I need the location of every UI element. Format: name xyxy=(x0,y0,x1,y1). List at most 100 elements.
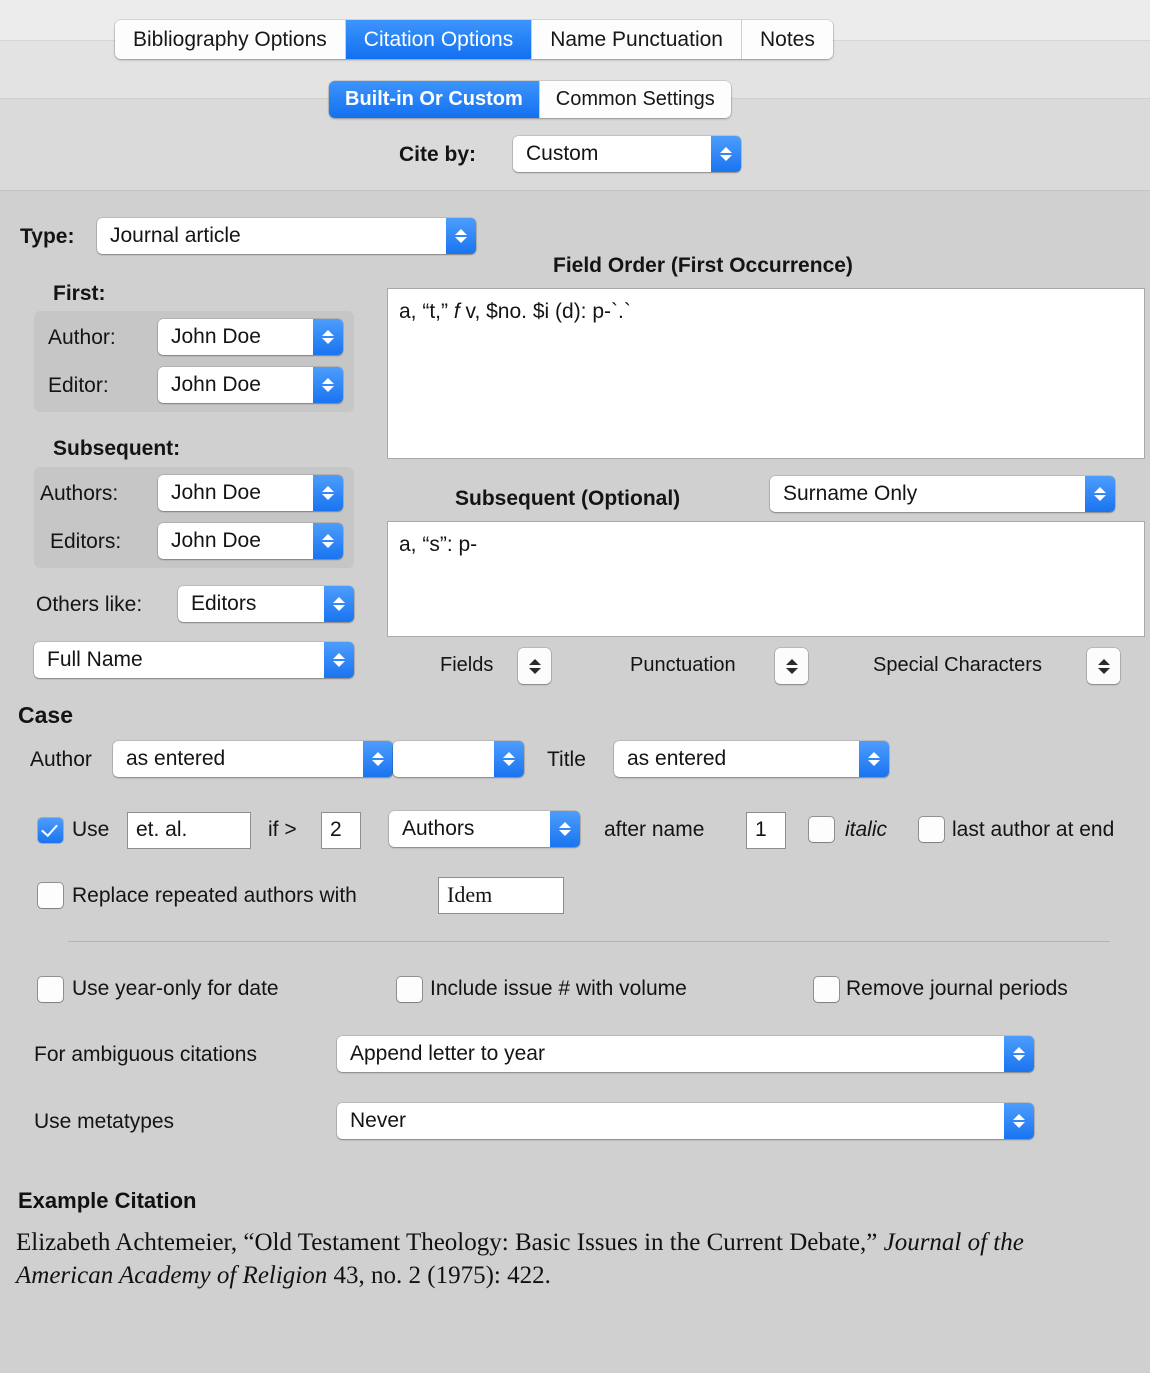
chevron-updown-icon[interactable] xyxy=(313,367,343,403)
last-author-at-end-checkbox[interactable] xyxy=(919,817,944,842)
chevron-updown-icon[interactable] xyxy=(859,741,889,777)
chevron-updown-icon[interactable] xyxy=(1004,1036,1034,1072)
cite-by-popup[interactable]: Custom xyxy=(513,136,741,172)
chevron-updown-icon[interactable] xyxy=(446,218,476,254)
cite-by-label: Cite by: xyxy=(399,143,477,166)
etal-text-input[interactable]: et. al. xyxy=(127,812,251,849)
case-author-label: Author xyxy=(30,748,92,771)
punctuation-inserter-label: Punctuation xyxy=(630,654,736,676)
include-issue-checkbox[interactable] xyxy=(397,977,422,1002)
subsequent-editors-label: Editors: xyxy=(50,530,122,553)
first-author-popup[interactable]: John Doe xyxy=(158,319,343,355)
subsequent-editors-popup[interactable]: John Doe xyxy=(158,523,343,559)
tab-bibliography-options[interactable]: Bibliography Options xyxy=(115,20,346,59)
first-author-value: John Doe xyxy=(171,325,261,348)
etal-count-input[interactable]: 2 xyxy=(321,812,361,849)
remove-journal-periods-checkbox[interactable] xyxy=(814,977,839,1002)
case-title-popup[interactable]: as entered xyxy=(614,741,889,777)
etal-kind-popup[interactable]: Authors xyxy=(389,811,580,847)
tab-notes[interactable]: Notes xyxy=(741,20,833,59)
subsequent-optional-mode-popup[interactable]: Surname Only xyxy=(770,476,1115,512)
others-like-value: Editors xyxy=(191,592,257,615)
etal-italic-checkbox[interactable] xyxy=(809,817,834,842)
first-editor-popup[interactable]: John Doe xyxy=(158,367,343,403)
main-tabbar: Bibliography Options Citation Options Na… xyxy=(115,20,833,59)
etal-kind-value: Authors xyxy=(402,817,475,840)
use-year-only-checkbox[interactable] xyxy=(38,977,63,1002)
etal-if-label: if > xyxy=(268,818,297,841)
subsequent-authors-label: Authors: xyxy=(40,482,119,505)
chevron-updown-icon[interactable] xyxy=(324,586,354,622)
cite-by-value: Custom xyxy=(526,142,599,165)
others-like-popup[interactable]: Editors xyxy=(178,586,354,622)
sub-segmented-control: Built-in Or Custom Common Settings xyxy=(329,81,731,118)
special-characters-inserter-stepper[interactable] xyxy=(1087,648,1120,684)
case-title-label: Title xyxy=(547,748,586,771)
case-author-secondary-popup[interactable] xyxy=(393,741,524,777)
remove-journal-periods-label: Remove journal periods xyxy=(846,977,1068,1000)
fields-inserter-stepper[interactable] xyxy=(518,648,551,684)
include-issue-label: Include issue # with volume xyxy=(430,977,687,1000)
example-citation-part1: Elizabeth Achtemeier, “Old Testament The… xyxy=(16,1229,884,1256)
replace-repeated-authors-checkbox[interactable] xyxy=(38,883,63,908)
use-etal-label: Use xyxy=(72,818,110,841)
field-order-textarea[interactable]: a, “t,” f v, $no. $i (d): p-`.` xyxy=(387,288,1145,459)
field-order-heading: Field Order (First Occurrence) xyxy=(553,254,853,277)
name-format-value: Full Name xyxy=(47,648,143,671)
tab-citation-options[interactable]: Citation Options xyxy=(345,20,533,59)
field-order-text-before: a, “t,” xyxy=(399,300,454,323)
case-author-popup[interactable]: as entered xyxy=(113,741,393,777)
chevron-updown-icon[interactable] xyxy=(313,319,343,355)
subsequent-optional-heading: Subsequent (Optional) xyxy=(455,487,681,510)
first-editor-value: John Doe xyxy=(171,373,261,396)
type-value: Journal article xyxy=(110,224,241,247)
first-editor-label: Editor: xyxy=(48,374,109,397)
punctuation-inserter-stepper[interactable] xyxy=(775,648,808,684)
etal-after-name-input[interactable]: 1 xyxy=(746,812,786,849)
metatypes-value: Never xyxy=(350,1109,407,1132)
metatypes-popup[interactable]: Never xyxy=(337,1103,1034,1139)
type-popup[interactable]: Journal article xyxy=(97,218,476,254)
tab-name-punctuation[interactable]: Name Punctuation xyxy=(532,20,742,59)
chevron-updown-icon[interactable] xyxy=(313,475,343,511)
case-author-value: as entered xyxy=(126,747,226,770)
subsequent-authors-popup[interactable]: John Doe xyxy=(158,475,343,511)
last-author-at-end-label: last author at end xyxy=(952,818,1115,841)
use-etal-checkbox[interactable] xyxy=(38,818,63,843)
replace-repeated-authors-input[interactable]: Idem xyxy=(438,877,564,914)
etal-after-name-label: after name xyxy=(604,818,705,841)
case-heading: Case xyxy=(18,702,73,728)
first-author-label: Author: xyxy=(48,326,116,349)
replace-repeated-authors-label: Replace repeated authors with xyxy=(72,884,357,907)
chevron-updown-icon[interactable] xyxy=(324,642,354,678)
subsequent-authors-value: John Doe xyxy=(171,481,261,504)
section-divider xyxy=(68,941,1110,942)
example-citation-text: Elizabeth Achtemeier, “Old Testament The… xyxy=(16,1226,1126,1292)
example-citation-part2: 43, no. 2 (1975): 422. xyxy=(327,1262,551,1289)
segment-common-settings[interactable]: Common Settings xyxy=(539,81,731,118)
example-citation-heading: Example Citation xyxy=(18,1188,197,1213)
ambiguous-citations-label: For ambiguous citations xyxy=(34,1043,257,1066)
chevron-updown-icon[interactable] xyxy=(550,811,580,847)
chevron-updown-icon[interactable] xyxy=(711,136,741,172)
segment-built-in-or-custom[interactable]: Built-in Or Custom xyxy=(329,81,540,118)
chevron-updown-icon[interactable] xyxy=(494,741,524,777)
chevron-updown-icon[interactable] xyxy=(363,741,393,777)
ambiguous-citations-popup[interactable]: Append letter to year xyxy=(337,1036,1034,1072)
case-title-value: as entered xyxy=(627,747,727,770)
type-label: Type: xyxy=(20,225,75,248)
subsequent-optional-textarea[interactable]: a, “s”: p- xyxy=(387,521,1145,637)
chevron-updown-icon[interactable] xyxy=(1004,1103,1034,1139)
field-order-text-after: v, $no. $i (d): p-`.` xyxy=(459,300,631,323)
subsequent-heading: Subsequent: xyxy=(53,437,181,460)
chevron-updown-icon[interactable] xyxy=(1085,476,1115,512)
metatypes-label: Use metatypes xyxy=(34,1110,175,1133)
others-like-label: Others like: xyxy=(36,593,143,616)
chevron-updown-icon[interactable] xyxy=(313,523,343,559)
fields-inserter-label: Fields xyxy=(440,654,494,676)
ambiguous-citations-value: Append letter to year xyxy=(350,1042,545,1065)
subsequent-optional-mode-value: Surname Only xyxy=(783,482,918,505)
first-heading: First: xyxy=(53,282,106,305)
subsequent-editors-value: John Doe xyxy=(171,529,261,552)
name-format-popup[interactable]: Full Name xyxy=(34,642,354,678)
